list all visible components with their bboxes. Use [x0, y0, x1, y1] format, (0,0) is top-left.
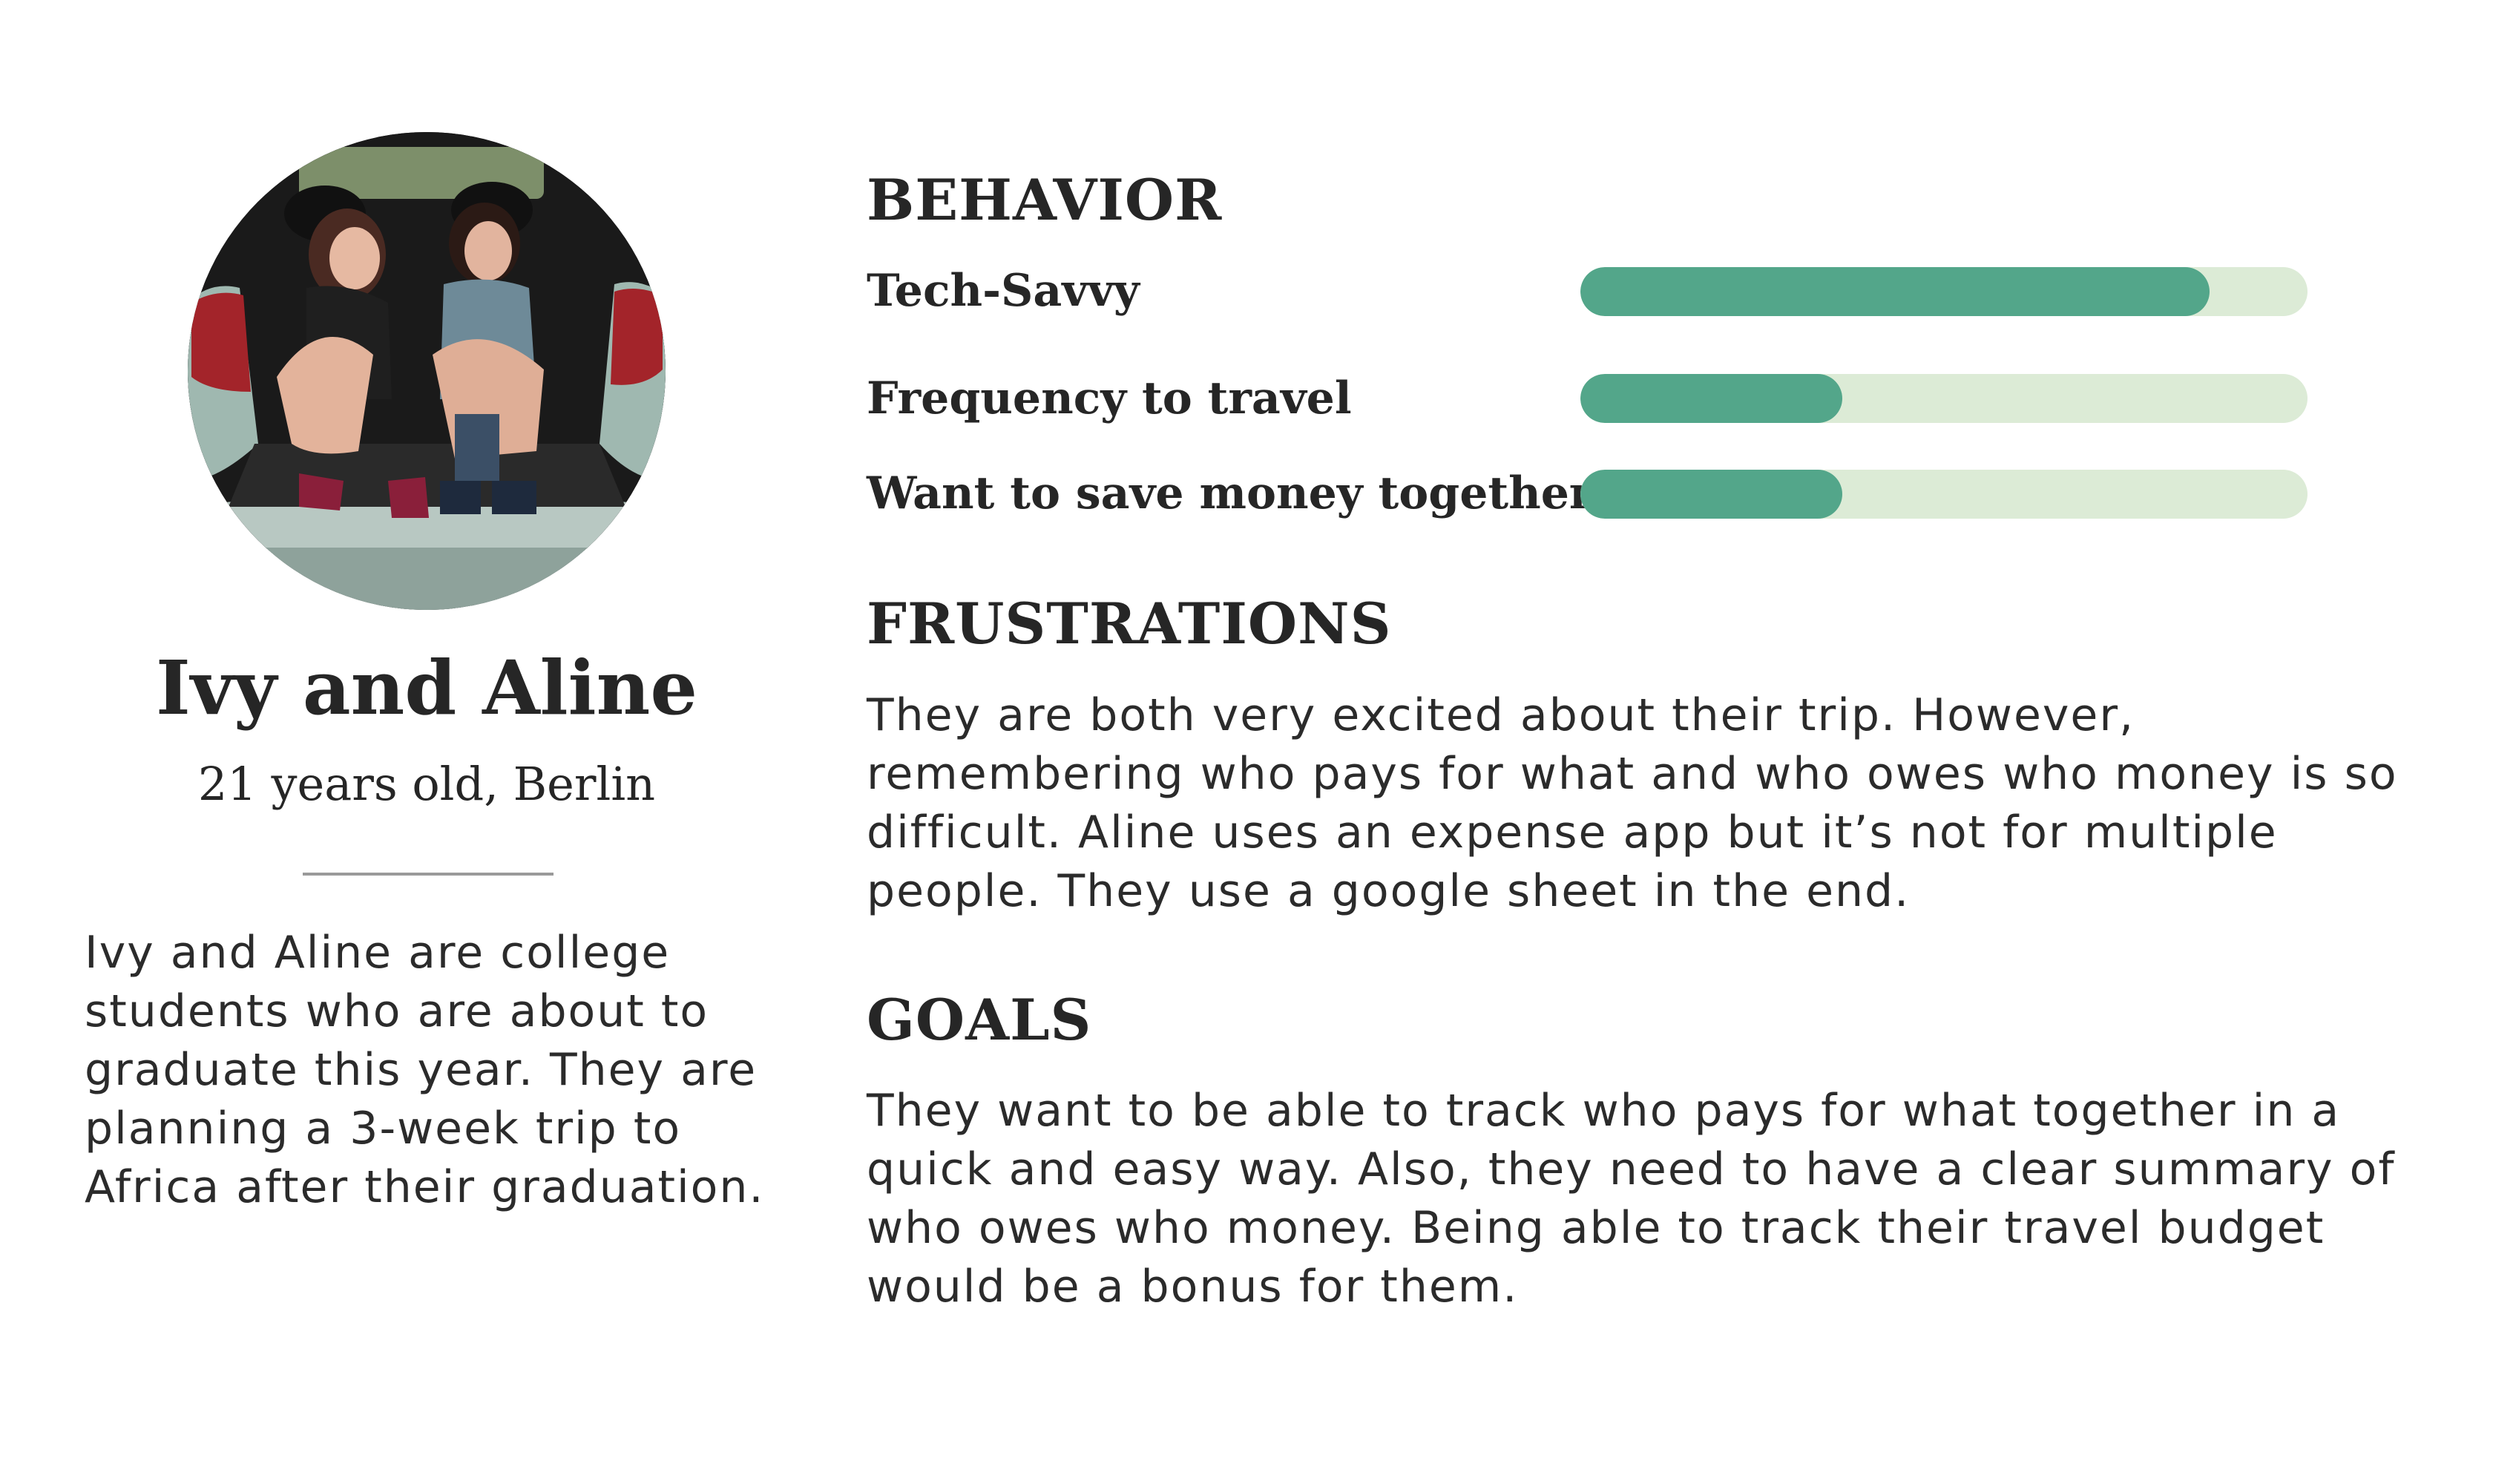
- behavior-heading: BEHAVIOR: [867, 167, 1223, 233]
- metric-bar-fill: [1580, 374, 1842, 423]
- metric-label: Frequency to travel: [867, 372, 1352, 424]
- metric-bar-track: [1580, 267, 2308, 316]
- metric-bar-track: [1580, 470, 2308, 519]
- metric-bar-fill: [1580, 470, 1842, 519]
- persona-name: Ivy and Aline: [156, 644, 697, 732]
- persona-bio: Ivy and Aline are college students who a…: [85, 927, 765, 1213]
- metric-bar-fill: [1580, 267, 2210, 316]
- goals-heading: GOALS: [867, 987, 1092, 1053]
- divider: [303, 873, 554, 876]
- persona-age-location: 21 years old, Berlin: [197, 757, 656, 811]
- persona-photo: [188, 132, 666, 610]
- frustrations-heading: FRUSTRATIONS: [867, 591, 1392, 657]
- goals-text: They want to be able to track who pays f…: [867, 1085, 2396, 1313]
- persona-photo-illustration: [188, 132, 666, 610]
- metric-bar-track: [1580, 374, 2308, 423]
- metric-label: Tech-Savvy: [867, 265, 1140, 317]
- frustrations-text: They are both very excited about their t…: [867, 689, 2398, 917]
- metric-label: Want to save money together: [867, 467, 1593, 519]
